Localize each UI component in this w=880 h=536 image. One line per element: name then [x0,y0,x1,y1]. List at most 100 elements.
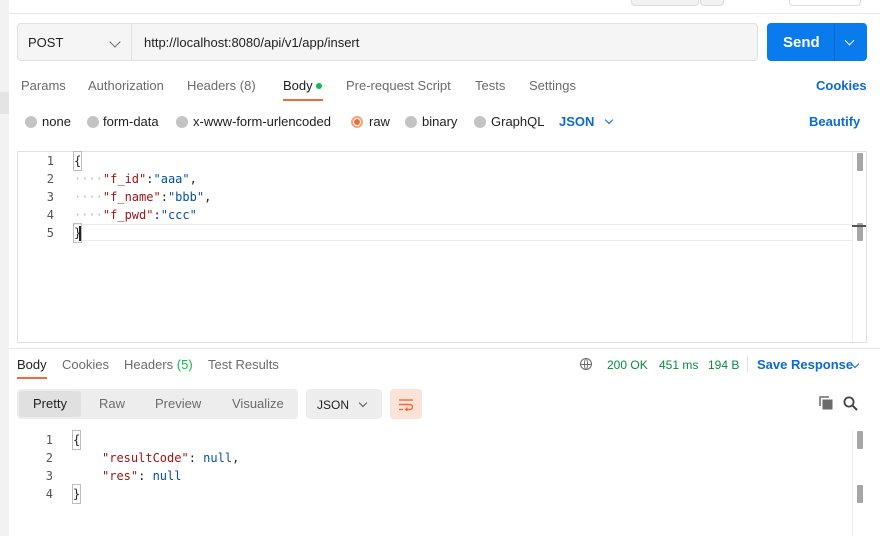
editor-scrollbar-thumb[interactable] [857,153,863,171]
tab-body[interactable]: Body [283,78,313,93]
radio-graphql-label[interactable]: GraphQL [491,114,544,129]
view-raw-button[interactable]: Raw [99,396,125,411]
radio-binary[interactable] [405,116,417,128]
code-trail: , [204,190,212,204]
tab-pre-request-script[interactable]: Pre-request Script [346,78,451,93]
code-indent: ···· [74,190,103,204]
line-number: 3 [46,190,54,204]
response-code-line: "resultCode": null, [102,449,239,467]
code-key: "f_id" [102,172,147,186]
code-value: "aaa" [153,172,190,186]
toolbar-button-partial[interactable] [789,0,861,6]
send-divider [834,23,835,61]
current-line-highlight [73,224,853,241]
line-number: 2 [46,172,54,186]
radio-raw-label[interactable]: raw [369,114,390,129]
tab-headers[interactable]: Headers (8) [187,78,256,93]
sidebar-active-marker [0,92,9,114]
chevron-down-icon[interactable] [604,115,614,125]
beautify-button[interactable]: Beautify [809,114,860,129]
top-divider [9,13,880,14]
tab-headers-label: Headers [187,78,237,93]
response-scrollbar-thumb[interactable] [857,431,863,449]
text-cursor [79,226,81,241]
send-label: Send [783,34,820,51]
tab-params[interactable]: Params [21,78,66,93]
view-visualize-button[interactable]: Visualize [232,396,284,411]
response-tab-headers[interactable]: Headers (5) [124,357,193,372]
tab-tests[interactable]: Tests [475,78,505,93]
radio-urlencoded-label[interactable]: x-www-form-urlencoded [193,114,331,129]
view-preview-button[interactable]: Preview [155,396,201,411]
radio-none-label[interactable]: none [42,114,71,129]
code-key: "f_pwd" [102,208,154,222]
response-format-label: JSON [317,398,350,412]
line-number: 1 [45,433,53,447]
cursor-position-marker [852,225,866,227]
url-input[interactable]: http://localhost:8080/api/v1/app/insert [144,35,359,50]
response-tab-test-results[interactable]: Test Results [208,357,279,372]
view-pretty-label[interactable]: Pretty [33,396,67,411]
response-close-brace: } [71,484,82,504]
response-value: null [152,469,182,483]
toolbar-button-partial[interactable] [700,0,724,6]
response-sep: : [138,469,153,483]
code-sep: : [146,172,154,186]
response-scrollbar-marker [857,485,863,503]
line-number: 4 [46,208,54,222]
response-tab-cookies[interactable]: Cookies [62,357,109,372]
code-sep: : [160,190,168,204]
globe-icon[interactable] [580,358,592,370]
response-tab-headers-label: Headers [124,357,174,372]
wrap-lines-icon [399,399,413,411]
status-code[interactable]: 200 OK [607,358,648,372]
code-indent: ···· [74,208,103,222]
tab-settings[interactable]: Settings [529,78,576,93]
active-tab-underline [283,99,323,101]
code-key: "f_name" [102,190,161,204]
code-value: "bbb" [167,190,205,204]
radio-binary-label[interactable]: binary [422,114,457,129]
radio-none[interactable] [25,116,37,128]
editor-ruler [852,152,853,342]
response-key: "resultCode" [102,451,189,465]
pane-divider[interactable] [9,348,880,349]
body-format-select[interactable]: JSON [559,114,594,129]
line-number: 2 [45,451,53,465]
response-tab-body[interactable]: Body [17,357,47,372]
radio-urlencoded[interactable] [176,116,188,128]
response-size[interactable]: 194 B [708,358,739,372]
radio-form-data[interactable] [87,116,99,128]
cookies-link[interactable]: Cookies [816,78,867,93]
code-indent: ···· [74,172,103,186]
save-response-button[interactable]: Save Response [757,357,853,372]
search-icon[interactable] [843,396,858,411]
response-open-brace: { [71,430,82,450]
response-headers-count: (5) [176,357,193,372]
tab-authorization[interactable]: Authorization [88,78,164,93]
code-sep: : [153,208,161,222]
line-number: 1 [46,154,54,168]
response-time[interactable]: 451 ms [659,358,698,372]
radio-raw[interactable] [351,116,363,128]
response-value: null [203,451,233,465]
code-value: "ccc" [160,208,197,222]
response-trail: , [232,451,240,465]
radio-graphql[interactable] [474,116,486,128]
line-number: 5 [46,226,54,240]
response-key: "res" [102,469,139,483]
radio-form-data-label[interactable]: form-data [103,114,159,129]
code-line: ····"f_id":"aaa", [74,170,197,188]
code-open-brace: { [72,151,83,171]
active-tab-underline [17,377,47,379]
method-label: POST [28,35,64,50]
response-sep: : [188,451,204,465]
line-number: 4 [45,487,53,501]
response-code-line: "res": null [102,467,181,485]
copy-icon[interactable] [819,396,833,410]
code-line: ····"f_pwd":"ccc" [74,206,197,224]
toolbar-button-partial[interactable] [631,0,699,6]
editor-ruler [852,430,853,536]
tab-headers-count: (8) [239,78,256,93]
code-line: ····"f_name":"bbb", [74,188,211,206]
